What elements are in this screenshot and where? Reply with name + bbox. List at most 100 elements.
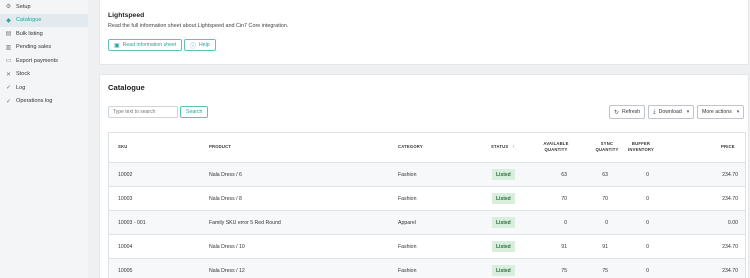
- cell-product: Nala Dress / 10: [209, 244, 245, 250]
- sidebar-item-setup[interactable]: ⚙ Setup: [0, 0, 88, 14]
- table-row[interactable]: 10005 Nala Dress / 12 Fashion Listed 75 75 0 23…: [109, 259, 745, 278]
- header-line: QUANTITY: [595, 146, 619, 152]
- column-header-available-quantity[interactable]: AVAILABLE QUANTITY: [539, 141, 573, 152]
- help-label: Help: [199, 42, 210, 48]
- column-header-status[interactable]: STATUS ↑: [491, 144, 515, 149]
- sidebar-item-catalogue[interactable]: ◆ Catalogue: [0, 13, 88, 27]
- sort-arrow-icon: ↑: [512, 144, 515, 149]
- payment-icon: ▭: [5, 58, 12, 65]
- sidebar-item-export-payments[interactable]: ▭ Export payments: [0, 54, 88, 68]
- sidebar-item-stock[interactable]: ✕ Stock: [0, 68, 88, 82]
- header-line: SYNC: [600, 141, 614, 146]
- download-button[interactable]: ⤓ Download ▾: [648, 105, 695, 119]
- search-input[interactable]: [108, 106, 178, 118]
- cell-product: Nala Dress / 8: [209, 196, 242, 202]
- more-actions-label: More actions: [702, 109, 732, 115]
- column-header-category[interactable]: CATEGORY: [398, 144, 423, 149]
- check-icon: ✓: [5, 98, 12, 105]
- cell-price: 234.70: [722, 196, 738, 202]
- cell-category: Fashion: [398, 244, 417, 250]
- cell-sku: 10002: [118, 172, 133, 178]
- sidebar-item-operations-log[interactable]: ✓ Operations log: [0, 95, 88, 109]
- refresh-button[interactable]: ↻ Refresh: [609, 105, 646, 119]
- document-icon: ▣: [114, 42, 120, 49]
- cell-product: Nala Dress / 6: [209, 172, 242, 178]
- more-actions-button[interactable]: More actions ▾: [697, 105, 745, 119]
- cell-buffer-inventory: 0: [646, 244, 649, 250]
- search-button[interactable]: Search: [180, 106, 209, 118]
- cell-sku: 10005: [118, 268, 133, 274]
- status-badge: Listed: [492, 193, 515, 204]
- status-badge: Listed: [492, 241, 515, 252]
- chevron-down-icon: ▾: [736, 109, 740, 115]
- catalogue-table: SKU PRODUCT CATEGORY STATUS ↑ AVAILABLE …: [108, 132, 746, 278]
- cell-sync-quantity: 63: [602, 172, 608, 178]
- column-header-price[interactable]: PRICE: [721, 144, 735, 149]
- table-body: 10002 Nala Dress / 6 Fashion Listed 63 63 0 234…: [109, 163, 745, 278]
- lightspeed-title: Lightspeed: [108, 12, 145, 19]
- sidebar: ⚙ Setup ◆ Catalogue ▤ Bulk listing ▥ Pen…: [0, 0, 88, 278]
- cell-price: 234.70: [722, 268, 738, 274]
- cell-sku: 10003 - 001: [118, 220, 146, 226]
- table-row[interactable]: 10004 Nala Dress / 10 Fashion Listed 91 91 0 23…: [109, 235, 745, 259]
- sidebar-item-pending-sales[interactable]: ▥ Pending sales: [0, 41, 88, 55]
- cell-sku: 10004: [118, 244, 133, 250]
- download-label: Download: [658, 109, 682, 115]
- status-badge: Listed: [492, 265, 515, 276]
- list-icon: ▤: [5, 31, 12, 38]
- sidebar-item-label: Setup: [16, 3, 31, 10]
- table-row[interactable]: 10003 - 001 Family SKU error 5 Red Round A…: [109, 211, 745, 235]
- column-header-product[interactable]: PRODUCT: [209, 144, 231, 149]
- sidebar-item-bulk-listing[interactable]: ▤ Bulk listing: [0, 27, 88, 41]
- column-header-sync-quantity[interactable]: SYNC QUANTITY: [592, 141, 622, 152]
- cell-sku: 10003: [118, 196, 133, 202]
- cell-category: Apparel: [398, 220, 416, 226]
- sidebar-item-log[interactable]: ✓ Log: [0, 81, 88, 95]
- sidebar-item-label: Bulk listing: [16, 30, 43, 37]
- lightspeed-description: Read the full information sheet about Li…: [108, 23, 289, 29]
- cell-category: Fashion: [398, 196, 417, 202]
- refresh-label: Refresh: [622, 109, 641, 115]
- cell-sync-quantity: 91: [602, 244, 608, 250]
- tag-icon: ◆: [6, 17, 11, 24]
- help-button[interactable]: ⓘ Help: [184, 39, 216, 51]
- cell-price: 234.70: [722, 172, 738, 178]
- table-row[interactable]: 10002 Nala Dress / 6 Fashion Listed 63 63 0 234…: [109, 163, 745, 187]
- read-information-sheet-button[interactable]: ▣ Read information sheet: [108, 39, 183, 51]
- cell-sync-quantity: 0: [605, 220, 608, 226]
- cell-sync-quantity: 75: [602, 268, 608, 274]
- cell-buffer-inventory: 0: [646, 268, 649, 274]
- download-icon: ⤓: [653, 108, 656, 115]
- cell-available-quantity: 70: [561, 196, 567, 202]
- header-line: AVAILABLE: [543, 141, 569, 146]
- cell-buffer-inventory: 0: [646, 196, 649, 202]
- receipt-icon: ▥: [5, 44, 12, 51]
- status-badge: Listed: [492, 169, 515, 180]
- sidebar-item-label: Export payments: [16, 57, 58, 64]
- cell-category: Fashion: [398, 268, 417, 274]
- sidebar-item-label: Operations log: [16, 98, 53, 105]
- gear-icon: ⚙: [5, 4, 12, 11]
- cell-available-quantity: 91: [561, 244, 567, 250]
- lightspeed-card: Lightspeed Read the full information she…: [99, 0, 749, 65]
- header-line: BUFFER: [631, 141, 651, 146]
- header-line: INVENTORY: [628, 146, 654, 152]
- table-header: SKU PRODUCT CATEGORY STATUS ↑ AVAILABLE …: [109, 133, 745, 163]
- cell-available-quantity: 75: [561, 268, 567, 274]
- check-icon: ✓: [5, 85, 12, 92]
- column-header-buffer-inventory[interactable]: BUFFER INVENTORY: [624, 141, 658, 152]
- cell-available-quantity: 0: [564, 220, 567, 226]
- catalogue-card: Catalogue Search ↻ Refresh ⤓ Download ▾ …: [99, 74, 749, 278]
- cell-buffer-inventory: 0: [646, 220, 649, 226]
- sidebar-item-label: Catalogue: [16, 17, 42, 24]
- cell-buffer-inventory: 0: [646, 172, 649, 178]
- cell-available-quantity: 63: [561, 172, 567, 178]
- page-title: Catalogue: [108, 83, 145, 92]
- help-icon: ⓘ: [190, 43, 197, 50]
- cell-product: Family SKU error 5 Red Round: [209, 220, 281, 226]
- column-header-sku[interactable]: SKU: [118, 144, 127, 149]
- table-row[interactable]: 10003 Nala Dress / 8 Fashion Listed 70 70 0 234…: [109, 187, 745, 211]
- tools-icon: ✕: [5, 71, 12, 78]
- sidebar-item-label: Stock: [16, 71, 30, 78]
- refresh-icon: ↻: [614, 109, 620, 116]
